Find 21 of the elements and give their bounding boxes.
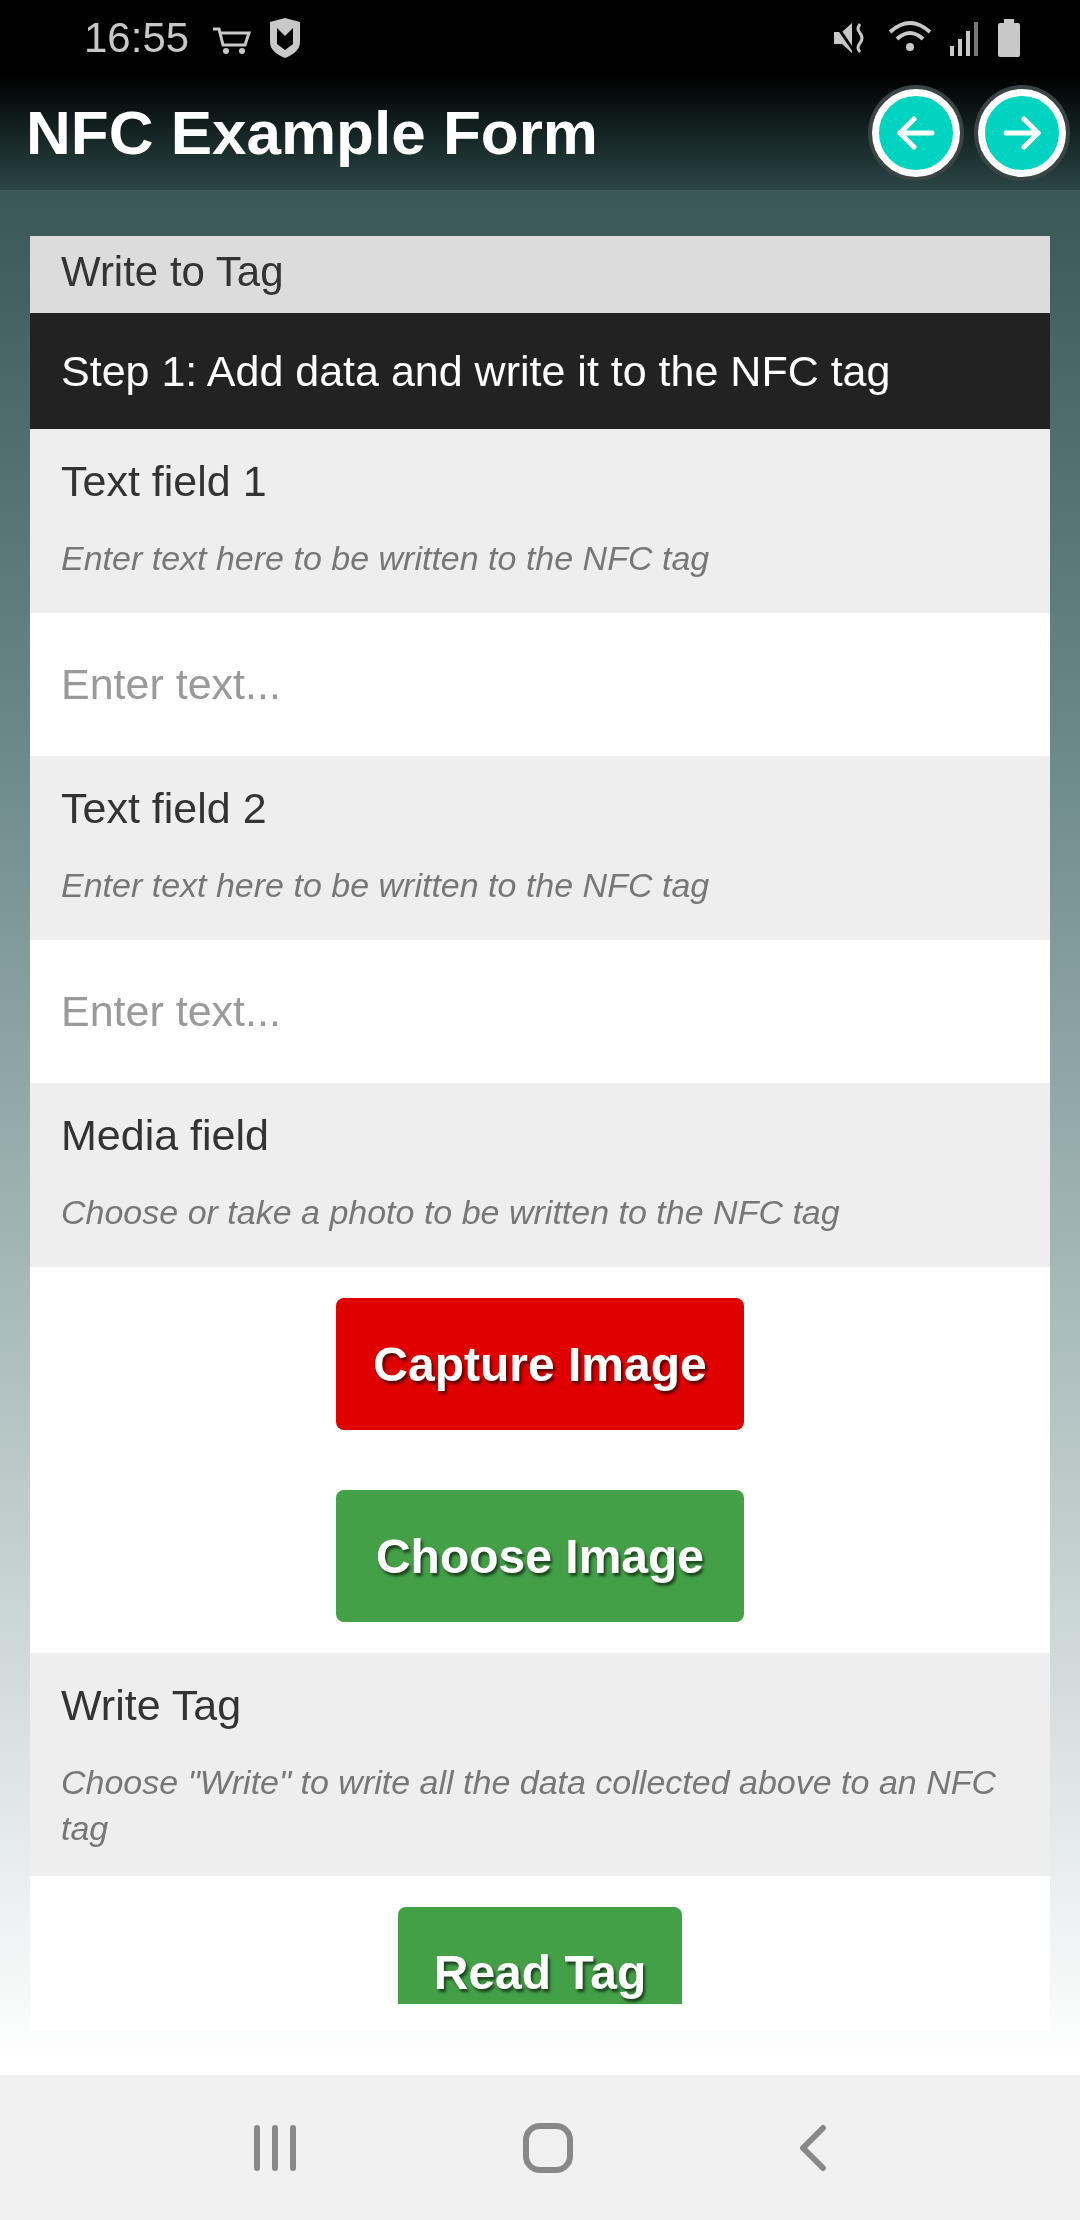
step-banner: Step 1: Add data and write it to the NFC tag (30, 313, 1050, 429)
read-tag-button[interactable]: Read Tag (398, 1906, 682, 2004)
field-label: Media field (61, 1111, 270, 1160)
home-icon (523, 2122, 573, 2173)
field-hint: Enter text here to be written to the NFC tag (61, 865, 711, 906)
field-hint: Choose "Write" to write all the data collected above to an NFC tag (61, 1762, 998, 1849)
field-label: Text field 2 (61, 784, 268, 833)
back-icon (797, 2123, 828, 2172)
battery-icon (998, 18, 1020, 57)
status-time: 16:55 (84, 13, 190, 62)
image-button[interactable]: Capture Image (336, 1298, 744, 1430)
image-button[interactable]: Choose Image (336, 1490, 744, 1622)
form-title: Write to Tag (30, 236, 1050, 313)
recent-apps-icon (252, 2123, 299, 2172)
app-title: NFC Example Form (26, 97, 599, 168)
field-hint: Enter text here to be written to the NFC tag (61, 538, 711, 579)
field-hint: Choose or take a photo to be written to the NFC tag (61, 1192, 841, 1233)
field-label: Write Tag (61, 1681, 243, 1730)
text-input[interactable]: Enter text... (30, 940, 1050, 1083)
text-input[interactable]: Enter text... (30, 613, 1050, 756)
field-label: Text field 1 (61, 457, 268, 506)
